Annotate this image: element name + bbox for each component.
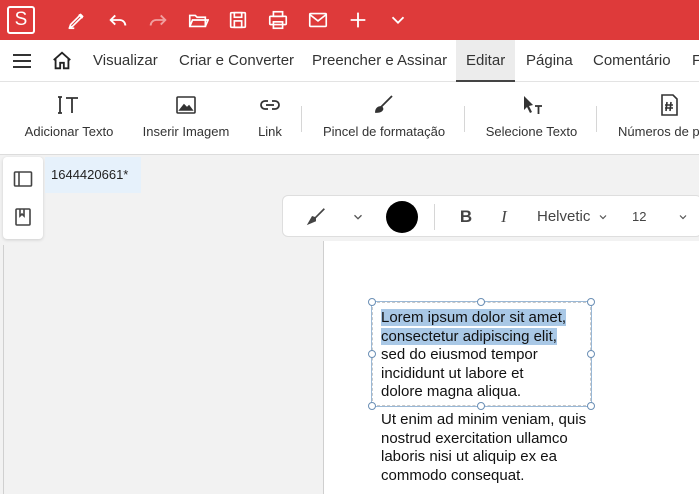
resize-handle[interactable]	[587, 402, 595, 410]
text-format-toolbar: B I Helvetic 12	[282, 195, 699, 237]
add-text-button[interactable]: Adicionar Texto	[18, 82, 120, 155]
text-line[interactable]: consectetur adipiscing elit,	[381, 327, 557, 347]
text-line[interactable]: Ut enim ad minim veniam, quis	[381, 411, 586, 430]
selected-text: Lorem ipsum dolor sit amet,	[381, 309, 567, 326]
app-window: S Visualizar Criar e Converter Preencher…	[0, 0, 699, 494]
bookmark-icon[interactable]	[13, 207, 33, 227]
panel-edge	[3, 245, 4, 494]
cursor-text-icon	[523, 96, 542, 114]
format-brush-label: Pincel de formatação	[322, 124, 446, 139]
text-line[interactable]: laboris nisi ut aliquip ex ea	[381, 448, 557, 467]
chevron-down-icon[interactable]	[349, 205, 367, 229]
ribbon-divider	[301, 106, 302, 132]
link-label: Link	[258, 124, 282, 139]
resize-handle[interactable]	[587, 298, 595, 306]
redo-icon[interactable]	[145, 8, 171, 32]
bold-button[interactable]: B	[455, 205, 477, 229]
toolbar-divider	[434, 204, 435, 230]
home-icon[interactable]	[51, 50, 73, 72]
resize-handle[interactable]	[368, 402, 376, 410]
hamburger-menu-icon[interactable]	[11, 51, 33, 71]
tab-visualizar[interactable]: Visualizar	[93, 40, 158, 82]
edit-ribbon: Adicionar Texto Inserir Imagem Link Pinc…	[0, 82, 699, 155]
link-button[interactable]: Link	[250, 82, 290, 155]
tab-editar[interactable]: Editar	[456, 40, 516, 82]
menu-bar: Visualizar Criar e Converter Preencher e…	[0, 40, 699, 82]
ribbon-divider	[464, 106, 465, 132]
insert-image-button[interactable]: Inserir Imagem	[138, 82, 234, 155]
tab-comentario[interactable]: Comentário	[593, 40, 671, 82]
chevron-down-icon[interactable]	[596, 205, 610, 229]
text-line[interactable]: incididunt ut labore et	[381, 365, 524, 384]
print-icon[interactable]	[265, 8, 291, 32]
text-line[interactable]: Lorem ipsum dolor sit amet,	[381, 309, 567, 328]
insert-image-label: Inserir Imagem	[142, 124, 230, 139]
font-size-select[interactable]: 12	[632, 209, 646, 224]
undo-icon[interactable]	[105, 8, 131, 32]
page-numbers-button[interactable]: Números de p	[614, 82, 699, 155]
resize-handle[interactable]	[368, 350, 376, 358]
brush-icon	[375, 95, 393, 113]
highlight-brush-icon[interactable]	[305, 205, 329, 229]
resize-handle[interactable]	[368, 298, 376, 306]
format-brush-button[interactable]: Pincel de formatação	[318, 82, 450, 155]
mail-icon[interactable]	[305, 8, 331, 32]
resize-handle[interactable]	[587, 350, 595, 358]
app-logo[interactable]: S	[7, 6, 35, 34]
title-bar: S	[0, 0, 699, 40]
pdf-page: Lorem ipsum dolor sit amet, consectetur …	[323, 241, 699, 494]
tab-pagina[interactable]: Página	[526, 40, 573, 82]
tab-preencher-e-assinar[interactable]: Preencher e Assinar	[312, 40, 447, 82]
text-color-swatch[interactable]	[386, 201, 418, 233]
selected-text: consectetur adipiscing elit,	[381, 327, 557, 345]
add-text-icon	[58, 96, 78, 114]
chevron-down-icon[interactable]	[385, 8, 411, 32]
page-number-icon	[661, 94, 678, 116]
text-line[interactable]: dolore magna aliqua.	[381, 383, 521, 402]
text-line[interactable]: commodo consequat.	[381, 467, 524, 486]
pen-icon[interactable]	[64, 8, 90, 32]
ribbon-divider	[596, 106, 597, 132]
link-icon	[260, 100, 280, 110]
image-icon	[176, 96, 196, 114]
text-line[interactable]: nostrud exercitation ullamco	[381, 430, 568, 449]
add-icon[interactable]	[345, 8, 371, 32]
font-family-select[interactable]: Helvetic	[537, 208, 590, 225]
chevron-down-icon[interactable]	[676, 205, 690, 229]
resize-handle[interactable]	[477, 402, 485, 410]
save-icon[interactable]	[225, 8, 251, 32]
open-folder-icon[interactable]	[185, 8, 211, 32]
document-area: 1644420661* B I Helvetic 12 Lorem ipsum …	[0, 155, 699, 494]
text-line[interactable]: sed do eiusmod tempor	[381, 346, 538, 365]
resize-handle[interactable]	[477, 298, 485, 306]
select-text-label: Selecione Texto	[485, 124, 578, 139]
add-text-label: Adicionar Texto	[24, 124, 114, 139]
page-numbers-label: Números de p	[618, 124, 699, 139]
tab-overflow[interactable]: F	[692, 40, 699, 82]
select-text-button[interactable]: Selecione Texto	[480, 82, 583, 155]
left-sidebar	[3, 157, 43, 239]
document-tab[interactable]: 1644420661*	[45, 157, 141, 193]
italic-button[interactable]: I	[493, 205, 515, 229]
tab-criar-e-converter[interactable]: Criar e Converter	[179, 40, 294, 82]
panel-toggle-icon[interactable]	[13, 169, 33, 189]
